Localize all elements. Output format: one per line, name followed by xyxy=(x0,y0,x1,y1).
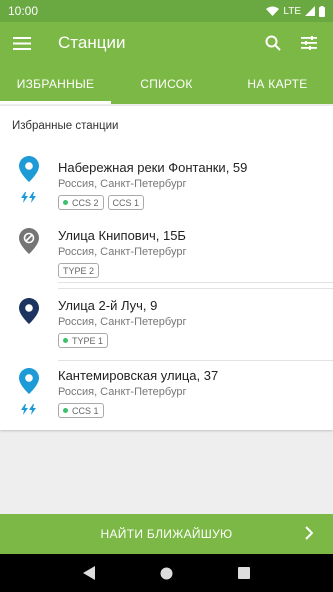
connector-chip: TYPE 1 xyxy=(58,333,109,348)
station-address: Россия, Санкт-Петербург xyxy=(58,246,187,258)
signal-icon xyxy=(305,6,315,16)
map-pin-icon xyxy=(19,368,39,394)
connector-label: CCS 1 xyxy=(112,197,140,208)
menu-icon xyxy=(13,36,31,50)
tab-list-label: СПИСОК xyxy=(140,77,193,91)
status-icons: LTE xyxy=(266,5,325,17)
station-icons xyxy=(0,220,58,290)
fast-charge-icon xyxy=(21,192,36,203)
network-type: LTE xyxy=(283,5,301,17)
connector-label: CCS 1 xyxy=(72,405,99,416)
station-name: Улица 2-й Луч, 9 xyxy=(58,298,158,313)
station-item[interactable]: Улица Книпович, 15Б Россия, Санкт-Петерб… xyxy=(0,220,333,290)
station-item[interactable]: Набережная реки Фонтанки, 59 Россия, Сан… xyxy=(0,152,333,222)
station-address: Россия, Санкт-Петербург xyxy=(58,316,187,328)
station-name: Кантемировская улица, 37 xyxy=(58,368,219,383)
station-icons xyxy=(0,290,58,360)
tab-list[interactable]: СПИСОК xyxy=(111,64,222,104)
map-pin-icon xyxy=(19,298,39,324)
available-dot xyxy=(63,338,68,343)
favorites-section-title: Избранные станции xyxy=(12,120,119,132)
tune-icon xyxy=(301,36,317,50)
station-item[interactable]: Улица 2-й Луч, 9 Россия, Санкт-Петербург… xyxy=(0,290,333,360)
back-icon[interactable] xyxy=(82,566,95,580)
available-dot xyxy=(63,408,68,413)
tab-favorites[interactable]: ИЗБРАННЫЕ xyxy=(0,64,111,104)
station-item[interactable]: Кантемировская улица, 37 Россия, Санкт-П… xyxy=(0,360,333,430)
connector-chip: TYPE 2 xyxy=(58,263,100,278)
system-nav-bar xyxy=(0,554,333,592)
page-title: Станции xyxy=(58,33,126,52)
connector-label: TYPE 1 xyxy=(72,335,104,346)
recents-icon[interactable] xyxy=(238,567,251,579)
connector-label: TYPE 2 xyxy=(63,265,95,276)
connector-label: CCS 2 xyxy=(72,197,99,208)
station-name: Набережная реки Фонтанки, 59 xyxy=(58,160,248,175)
station-address: Россия, Санкт-Петербург xyxy=(58,386,187,398)
status-bar: 10:00 LTE xyxy=(0,0,333,22)
tab-favorites-label: ИЗБРАННЫЕ xyxy=(16,77,95,91)
battery-icon xyxy=(319,5,325,17)
filter-button[interactable] xyxy=(291,22,327,64)
app-bar: Станции xyxy=(0,22,333,64)
tab-bar: ИЗБРАННЫЕ СПИСОК НА КАРТЕ xyxy=(0,64,333,104)
connector-chip: CCS 1 xyxy=(58,403,104,418)
find-nearest-button[interactable]: НАЙТИ БЛИЖАЙШУЮ xyxy=(0,514,333,554)
menu-button[interactable] xyxy=(0,22,44,64)
find-nearest-label: НАЙТИ БЛИЖАЙШУЮ xyxy=(100,527,233,541)
tab-map[interactable]: НА КАРТЕ xyxy=(222,64,333,104)
search-icon xyxy=(265,35,281,51)
map-pin-icon xyxy=(19,156,39,182)
favorites-card: Избранные станции Набережная реки Фонтан… xyxy=(0,106,333,430)
fast-charge-icon xyxy=(21,404,36,415)
station-icons xyxy=(0,360,58,430)
search-button[interactable] xyxy=(255,22,291,64)
available-dot xyxy=(63,200,68,205)
station-name: Улица Книпович, 15Б xyxy=(58,228,186,243)
connector-chip: CCS 1 xyxy=(107,195,145,210)
connector-chip: CCS 2 xyxy=(58,195,104,210)
tab-map-label: НА КАРТЕ xyxy=(247,77,308,91)
wifi-icon xyxy=(266,6,280,16)
status-time: 10:00 xyxy=(8,4,39,18)
divider xyxy=(58,288,333,289)
home-icon[interactable] xyxy=(160,567,173,580)
unavailable-pin-icon xyxy=(19,228,39,254)
station-icons xyxy=(0,152,58,222)
station-address: Россия, Санкт-Петербург xyxy=(58,178,187,190)
chevron-right-icon xyxy=(305,526,313,540)
